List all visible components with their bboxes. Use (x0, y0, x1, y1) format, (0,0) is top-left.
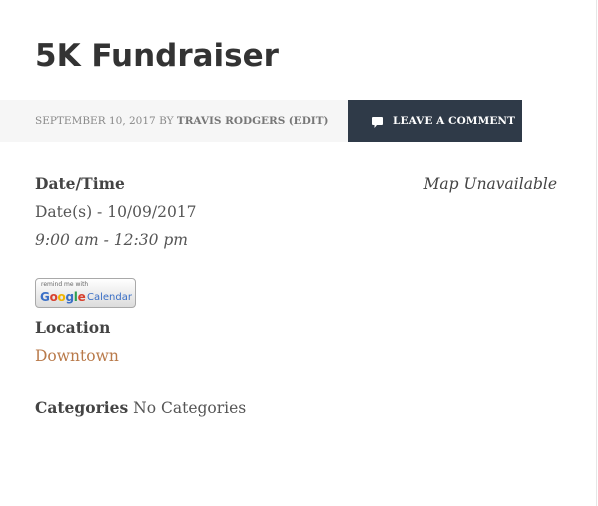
leave-comment-label: LEAVE A COMMENT (393, 115, 516, 127)
google-logo-letter: G (40, 290, 50, 304)
gcal-remind-label: remind me with (41, 281, 89, 288)
post-meta: SEPTEMBER 10, 2017 BY TRAVIS RODGERS (ED… (35, 114, 329, 128)
post-by-label: BY (159, 115, 174, 127)
google-logo-letter: o (49, 290, 58, 304)
categories-row: Categories No Categories (35, 397, 246, 419)
edit-link[interactable]: (EDIT) (289, 115, 329, 127)
google-logo: Google (40, 289, 86, 305)
location-link[interactable]: Downtown (35, 347, 119, 365)
google-logo-letter: e (77, 290, 86, 304)
page-title: 5K Fundraiser (35, 38, 279, 74)
google-logo-letter: g (65, 290, 74, 304)
event-time: 9:00 am - 12:30 pm (35, 231, 188, 249)
page-edge-divider (596, 0, 597, 506)
gcal-product-label: Calendar (87, 292, 132, 303)
location-row: Downtown (35, 345, 119, 367)
author-link[interactable]: TRAVIS RODGERS (177, 115, 285, 127)
post-date: SEPTEMBER 10, 2017 (35, 115, 156, 127)
comment-icon (372, 117, 383, 128)
datetime-heading: Date/Time (35, 174, 125, 193)
categories-heading: Categories (35, 398, 129, 417)
categories-value: No Categories (133, 399, 247, 417)
google-calendar-button[interactable]: remind me with Google Calendar (35, 278, 136, 308)
leave-comment-button[interactable]: LEAVE A COMMENT (348, 100, 522, 142)
location-heading: Location (35, 318, 111, 337)
map-unavailable-text: Map Unavailable (423, 175, 557, 193)
event-dates: Date(s) - 10/09/2017 (35, 203, 197, 221)
